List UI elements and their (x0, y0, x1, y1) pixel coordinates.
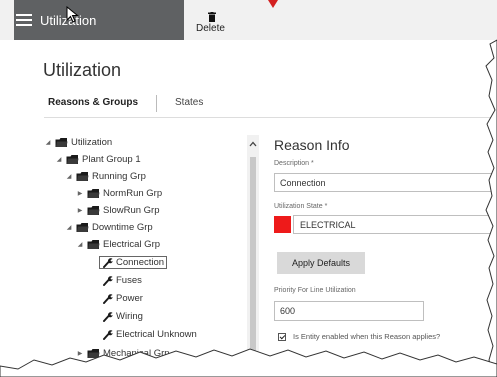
tab-separator (156, 95, 157, 112)
description-label: Description * (274, 160, 314, 167)
folder-icon (76, 222, 89, 233)
folder-icon (76, 171, 89, 182)
tree-node-mechanical-grp[interactable]: ▶ Mechanical Grp (76, 348, 170, 359)
wrench-icon (102, 257, 113, 268)
annotation-arrow-icon (268, 0, 278, 8)
tree-node-label: Mechanical Grp (103, 348, 170, 359)
tab-states[interactable]: States (175, 97, 203, 108)
mouse-cursor-icon (66, 6, 79, 23)
chevron-up-icon[interactable] (249, 141, 257, 147)
tree-node-connection[interactable]: Connection (99, 256, 168, 269)
tree-node-label: Fuses (116, 275, 142, 286)
entity-enabled-checkbox[interactable] (278, 332, 286, 341)
tree-node-fuses[interactable]: Fuses (102, 275, 142, 286)
tab-reasons-groups[interactable]: Reasons & Groups (48, 97, 138, 108)
failure-row: Failure (278, 359, 316, 368)
delete-label: Delete (196, 23, 225, 34)
tree-node-label: Plant Group 1 (82, 154, 141, 165)
collapsed-toggle-icon[interactable]: ▶ (76, 350, 84, 357)
tree-node-downtime-grp[interactable]: ◢ Downtime Grp (65, 222, 153, 233)
tree-node-wiring[interactable]: Wiring (102, 311, 143, 322)
tree-node-normrun-grp[interactable]: ▶ NormRun Grp (76, 188, 162, 199)
utilization-state-select[interactable]: ELECTRICAL (293, 215, 497, 234)
tree-scrollbar[interactable] (247, 135, 259, 377)
utilization-state-label: Utilization State * (274, 203, 328, 210)
module-menu-button[interactable]: Utilization (14, 0, 184, 40)
wrench-icon (102, 311, 113, 322)
reason-tree: ◢ Utilization ◢ Plant Group 1 ◢ Running … (44, 133, 244, 377)
entity-enabled-row: Is Entity enabled when this Reason appli… (278, 332, 440, 341)
state-color-swatch[interactable] (274, 216, 291, 233)
collapsed-toggle-icon[interactable]: ▶ (76, 190, 84, 197)
folder-icon (55, 137, 68, 148)
folder-icon (87, 188, 100, 199)
tree-node-label: Utilization (71, 137, 113, 148)
reason-info-panel: Reason Info Description * Connection Uti… (274, 133, 497, 377)
tree-node-label: NormRun Grp (103, 188, 163, 199)
folder-icon (87, 348, 100, 359)
expanded-toggle-icon[interactable]: ◢ (44, 139, 52, 146)
description-field[interactable]: Connection (274, 173, 497, 192)
hamburger-icon (16, 14, 32, 26)
tree-node-label: Power (116, 293, 143, 304)
failure-label: Failure (293, 359, 316, 368)
scrollbar-thumb[interactable] (250, 157, 256, 377)
tab-bar: Reasons & Groups States (44, 95, 497, 118)
folder-icon (87, 239, 100, 250)
priority-label: Priority For Line Utilization (274, 287, 356, 294)
tree-node-label: Electrical Grp (103, 239, 161, 250)
page-title: Utilization (43, 60, 122, 80)
tree-node-plant-group-1[interactable]: ◢ Plant Group 1 (55, 154, 141, 165)
folder-icon (66, 154, 79, 165)
apply-defaults-button[interactable]: Apply Defaults (277, 252, 365, 274)
expanded-toggle-icon[interactable]: ◢ (65, 224, 73, 231)
tree-node-label: Electrical Unknown (116, 329, 197, 340)
folder-icon (87, 205, 100, 216)
wrench-icon (102, 275, 113, 286)
priority-field[interactable]: 600 (274, 301, 424, 321)
wrench-icon (102, 293, 113, 304)
trash-icon (208, 12, 216, 22)
section-title: Reason Info (274, 137, 350, 153)
expanded-toggle-icon[interactable]: ◢ (76, 241, 84, 248)
tree-node-running-grp[interactable]: ◢ Running Grp (65, 171, 146, 182)
tree-node-label: Downtime Grp (92, 222, 153, 233)
tree-node-label: Connection (116, 257, 165, 268)
delete-button[interactable]: Delete (190, 0, 260, 40)
wrench-icon (102, 329, 113, 340)
tree-node-electrical-grp[interactable]: ◢ Electrical Grp (76, 239, 160, 250)
tree-node-electrical-unknown[interactable]: Electrical Unknown (102, 329, 197, 340)
tree-node-label: SlowRun Grp (103, 205, 160, 216)
collapsed-toggle-icon[interactable]: ▶ (76, 207, 84, 214)
top-toolbar: Utilization Delete (0, 0, 497, 40)
tree-node-slowrun-grp[interactable]: ▶ SlowRun Grp (76, 205, 160, 216)
entity-enabled-label: Is Entity enabled when this Reason appli… (293, 332, 441, 341)
tree-node-label: Wiring (116, 311, 143, 322)
tree-node-utilization[interactable]: ◢ Utilization (44, 137, 113, 148)
failure-checkbox[interactable] (278, 359, 286, 368)
expanded-toggle-icon[interactable]: ◢ (65, 173, 73, 180)
tree-node-label: Running Grp (92, 171, 146, 182)
tree-node-power[interactable]: Power (102, 293, 143, 304)
expanded-toggle-icon[interactable]: ◢ (55, 156, 63, 163)
